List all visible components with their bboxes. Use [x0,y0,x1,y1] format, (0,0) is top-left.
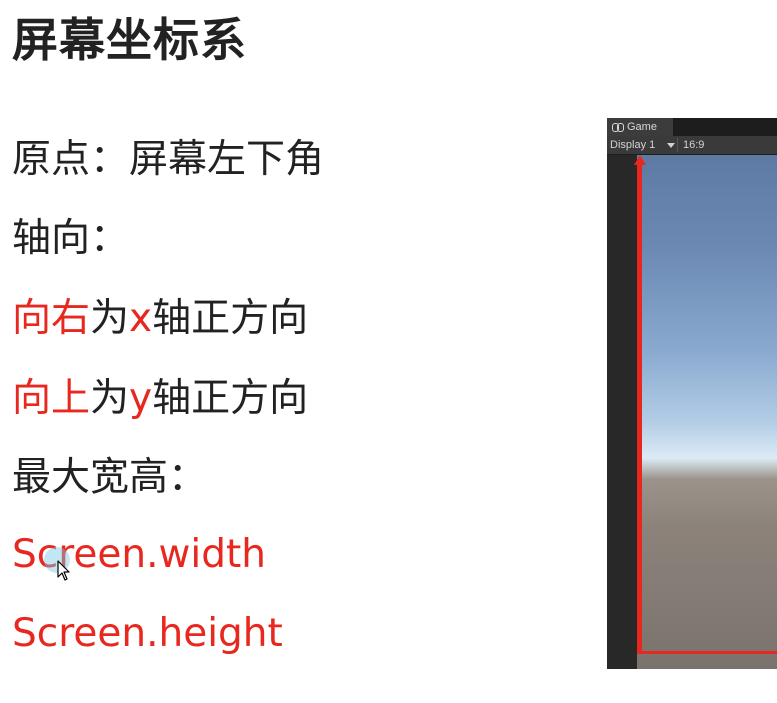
mouse-pointer-icon [57,560,70,581]
x-axis-line: 向右为x轴正方向 [12,294,308,344]
game-tab-label: Game [627,121,657,133]
y-letter: y [129,376,153,421]
game-toolbar: Display 1 16:9 [607,136,777,155]
arrow-up-icon [634,155,646,165]
chevron-down-icon [667,142,676,148]
game-view-panel: Game Display 1 16:9 [607,118,777,669]
game-tab[interactable]: Game [607,118,673,136]
max-size-heading: 最大宽高： [12,455,208,500]
y-mid-text: 为 [90,376,130,421]
toolbar-divider [677,138,678,152]
x-direction-text: 向右 [12,296,91,341]
x-letter: x [129,296,153,341]
y-direction-text: 向上 [12,376,91,421]
origin-line: 原点：屏幕左下角 [12,137,325,182]
aspect-ratio-label: 16:9 [683,139,705,151]
y-axis-line: 向上为y轴正方向 [12,374,308,424]
page-title: 屏幕坐标系 [12,13,247,67]
aspect-ratio-dropdown[interactable]: 16:9 [683,136,704,154]
y-suffix-text: 轴正方向 [152,376,309,421]
x-suffix-text: 轴正方向 [152,296,309,341]
x-mid-text: 为 [90,296,130,341]
x-axis-arrow-shaft [637,651,777,654]
gamepad-icon [612,123,624,132]
game-tab-bar: Game [607,118,777,136]
axis-heading: 轴向： [12,216,130,261]
display-dropdown[interactable]: Display 1 [610,136,676,154]
game-viewport[interactable] [637,155,777,669]
display-dropdown-label: Display 1 [610,139,656,151]
y-axis-arrow-shaft [637,162,642,654]
screen-height-text: Screen.height [12,611,283,656]
